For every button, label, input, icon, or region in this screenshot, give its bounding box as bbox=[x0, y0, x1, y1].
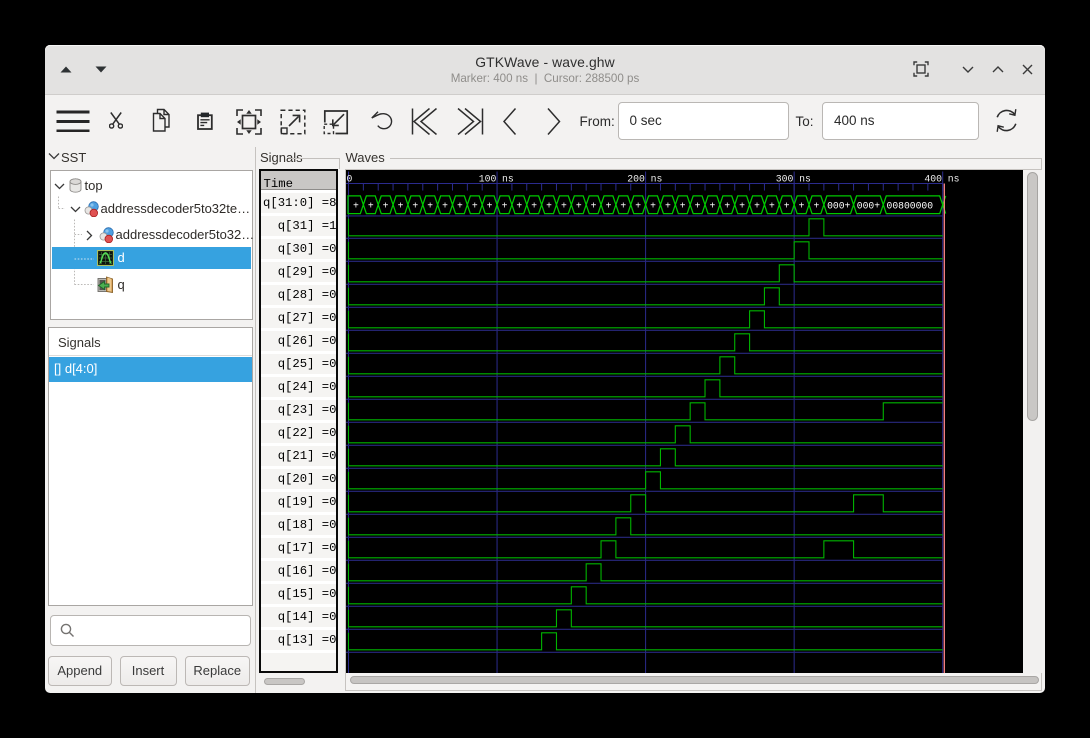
svg-text:ns: ns bbox=[799, 173, 811, 184]
svg-text:+: + bbox=[397, 200, 403, 211]
svg-text:+: + bbox=[650, 200, 656, 211]
svg-text:+: + bbox=[709, 200, 715, 211]
svg-text:+: + bbox=[679, 200, 685, 211]
svg-text:400: 400 bbox=[924, 173, 942, 184]
svg-text:+: + bbox=[798, 200, 804, 211]
svg-text:00800000: 00800000 bbox=[886, 200, 933, 211]
svg-text:100: 100 bbox=[478, 173, 496, 184]
svg-text:300: 300 bbox=[775, 173, 793, 184]
svg-text:ns: ns bbox=[650, 173, 662, 184]
svg-text:+: + bbox=[590, 200, 596, 211]
svg-text:+: + bbox=[575, 200, 581, 211]
svg-text:0: 0 bbox=[346, 173, 352, 184]
svg-text:+: + bbox=[635, 200, 641, 211]
svg-text:+: + bbox=[352, 200, 358, 211]
svg-text:+: + bbox=[531, 200, 537, 211]
svg-text:+: + bbox=[367, 200, 373, 211]
svg-text:000+: 000+ bbox=[856, 200, 879, 211]
svg-text:+: + bbox=[560, 200, 566, 211]
svg-text:+: + bbox=[412, 200, 418, 211]
svg-text:+: + bbox=[456, 200, 462, 211]
svg-text:ns: ns bbox=[947, 173, 959, 184]
svg-text:200: 200 bbox=[627, 173, 645, 184]
svg-text:+: + bbox=[813, 200, 819, 211]
svg-text:+: + bbox=[471, 200, 477, 211]
svg-text:+: + bbox=[620, 200, 626, 211]
svg-text:+: + bbox=[546, 200, 552, 211]
svg-text:+: + bbox=[724, 200, 730, 211]
svg-text:+: + bbox=[486, 200, 492, 211]
svg-text:+: + bbox=[768, 200, 774, 211]
svg-text:+: + bbox=[382, 200, 388, 211]
svg-text:+: + bbox=[739, 200, 745, 211]
svg-text:ns: ns bbox=[502, 173, 514, 184]
svg-text:000+: 000+ bbox=[827, 200, 850, 211]
svg-text:+: + bbox=[664, 200, 670, 211]
svg-text:+: + bbox=[442, 200, 448, 211]
svg-text:+: + bbox=[754, 200, 760, 211]
svg-text:+: + bbox=[427, 200, 433, 211]
svg-text:+: + bbox=[694, 200, 700, 211]
svg-text:+: + bbox=[516, 200, 522, 211]
svg-text:+: + bbox=[501, 200, 507, 211]
svg-text:+: + bbox=[605, 200, 611, 211]
svg-text:+: + bbox=[783, 200, 789, 211]
